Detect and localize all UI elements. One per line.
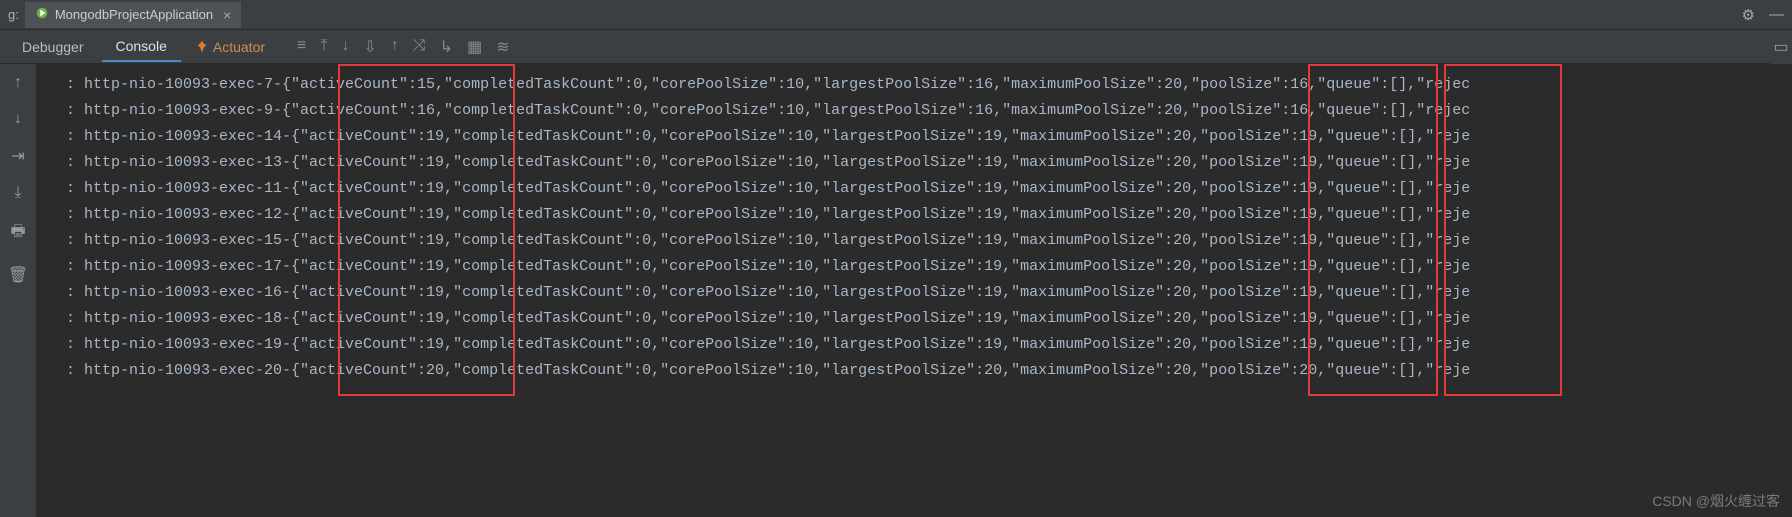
print-icon[interactable]: 🖶: [10, 220, 25, 247]
toolbar-icon-4[interactable]: ↑: [391, 37, 399, 57]
layout-icon[interactable]: ▭: [1770, 30, 1792, 64]
log-line: : http-nio-10093-exec-14-{"activeCount":…: [66, 124, 1792, 150]
log-line: : http-nio-10093-exec-17-{"activeCount":…: [66, 254, 1792, 280]
toolbar-icon-2[interactable]: ↓: [341, 37, 349, 57]
log-line: : http-nio-10093-exec-19-{"activeCount":…: [66, 332, 1792, 358]
toolbar-icon-1[interactable]: ⤒: [320, 37, 327, 57]
watermark: CSDN @烟火缠过客: [1652, 491, 1780, 511]
log-line: : http-nio-10093-exec-13-{"activeCount":…: [66, 150, 1792, 176]
tab-debugger[interactable]: Debugger: [8, 33, 98, 61]
console-gutter: ↑ ↓ ⇥ ⤓ 🖶 🗑: [0, 64, 36, 517]
toolbar-icon-3[interactable]: ⇩: [363, 37, 376, 57]
tab-console[interactable]: Console: [102, 32, 181, 62]
tab-actuator[interactable]: Actuator: [185, 33, 275, 61]
log-line: : http-nio-10093-exec-11-{"activeCount":…: [66, 176, 1792, 202]
log-line: : http-nio-10093-exec-20-{"activeCount":…: [66, 358, 1792, 384]
toolbar-icon-6[interactable]: ↳: [440, 37, 453, 57]
minimize-icon[interactable]: —: [1769, 6, 1784, 23]
toolbar-icon-7[interactable]: ▦: [467, 37, 482, 57]
tab-title: MongodbProjectApplication: [55, 7, 213, 22]
prefix-label: g:: [8, 7, 19, 22]
title-bar: g: MongodbProjectApplication × ⚙ —: [0, 0, 1792, 30]
actuator-icon: [195, 40, 209, 54]
log-line: : http-nio-10093-exec-9-{"activeCount":1…: [66, 98, 1792, 124]
close-tab-icon[interactable]: ×: [223, 7, 231, 23]
tool-window-tabs: Debugger Console Actuator ≡ ⤒ ↓ ⇩ ↑ ⤨ ↳ …: [0, 30, 1792, 64]
toolbar-icon-8[interactable]: ≋: [496, 37, 509, 57]
toolbar-icon-5[interactable]: ⤨: [413, 37, 426, 57]
log-line: : http-nio-10093-exec-12-{"activeCount":…: [66, 202, 1792, 228]
settings-icon[interactable]: ⚙: [1742, 6, 1755, 24]
scroll-up-icon[interactable]: ↑: [14, 74, 22, 92]
clear-all-icon[interactable]: 🗑: [8, 265, 28, 285]
log-line: : http-nio-10093-exec-18-{"activeCount":…: [66, 306, 1792, 332]
spring-run-icon: [35, 6, 49, 23]
toolbar-icon-0[interactable]: ≡: [297, 37, 306, 57]
log-line: : http-nio-10093-exec-15-{"activeCount":…: [66, 228, 1792, 254]
scroll-to-end-icon[interactable]: ⤓: [14, 184, 21, 202]
log-line: : http-nio-10093-exec-7-{"activeCount":1…: [66, 72, 1792, 98]
log-line: : http-nio-10093-exec-16-{"activeCount":…: [66, 280, 1792, 306]
console-toolbar: ≡ ⤒ ↓ ⇩ ↑ ⤨ ↳ ▦ ≋: [297, 37, 510, 57]
console-output[interactable]: : http-nio-10093-exec-7-{"activeCount":1…: [36, 64, 1792, 517]
soft-wrap-icon[interactable]: ⇥: [11, 146, 24, 166]
actuator-label: Actuator: [213, 39, 265, 55]
run-tab[interactable]: MongodbProjectApplication ×: [25, 2, 241, 28]
scroll-down-icon[interactable]: ↓: [14, 110, 22, 128]
